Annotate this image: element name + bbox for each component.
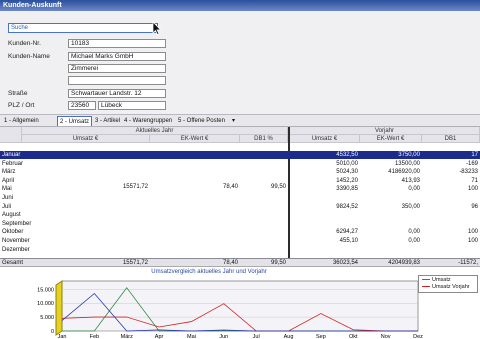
y-tick-label: 0: [51, 329, 54, 335]
x-tick-label: Jun: [219, 334, 228, 339]
y-tick-label: 10.000: [37, 301, 54, 307]
search-input[interactable]: Suche: [8, 23, 158, 33]
current-ekwert: 78,40: [222, 184, 238, 190]
prev-year-cell: 100: [467, 238, 478, 244]
month-label: Juli: [2, 203, 12, 210]
x-tick-label: Nov: [381, 334, 391, 339]
month-label: März: [2, 169, 16, 176]
x-tick-label: Apr: [155, 334, 164, 339]
prev-year-cell: 3750,00: [398, 152, 420, 158]
prev-year-cell: 100: [467, 229, 478, 236]
sales-chart: Umsatzvergleich aktuelles Jahr und Vorja…: [0, 266, 480, 339]
col-ekwert-prev: EK-Wert €: [360, 135, 422, 143]
tab-scroll-icon[interactable]: ▾: [230, 116, 237, 126]
sales-table: Aktuelles Jahr Vorjahr Umsatz € EK-Wert …: [0, 126, 480, 268]
prev-year-cell: 455,10: [339, 238, 358, 244]
y-tick-label: 15.000: [37, 287, 54, 293]
legend-umsatz: Umsatz: [422, 277, 451, 284]
city-label: PLZ / Ort: [8, 102, 35, 109]
month-label: Februar: [2, 160, 24, 167]
prev-year-cell: 6294,27: [336, 229, 358, 236]
city-field[interactable]: Lübeck: [98, 101, 166, 110]
x-tick-label: Okt: [349, 334, 358, 339]
axis-wall: [55, 280, 63, 336]
current-db: 99,50: [270, 184, 286, 190]
corner-header: [0, 127, 22, 143]
customer-name2-field[interactable]: Zimmerei: [68, 64, 166, 73]
window-title: Kunden-Auskunft: [0, 0, 480, 11]
tab-artikel[interactable]: 3 - Artikel: [93, 116, 122, 126]
prev-year-cell: -83233: [459, 169, 478, 176]
prev-year-cell: 9824,52: [336, 203, 358, 210]
month-label: Dezember: [2, 246, 30, 253]
col-umsatz: Umsatz €: [22, 135, 150, 143]
zip-field[interactable]: 23560: [68, 101, 96, 110]
street-label: Straße: [8, 90, 28, 97]
prev-year-cell: 71: [471, 177, 478, 184]
tab-offene-posten[interactable]: 5 - Offene Posten: [176, 116, 227, 126]
prev-year-cell: 3390,85: [336, 186, 358, 193]
prev-year-cell: 0,00: [408, 229, 420, 236]
month-label: Oktober: [2, 229, 24, 236]
x-tick-label: Jul: [253, 334, 260, 339]
prev-year-cell: 5010,00: [336, 160, 358, 167]
month-label: September: [2, 220, 32, 227]
month-label: Juni: [2, 195, 14, 201]
prev-year-cell: 4532,50: [336, 152, 358, 158]
customer-name-label: Kunden-Name: [8, 53, 50, 60]
customer-name3-field[interactable]: [68, 76, 166, 85]
customer-form: Suche Kunden-Nr. 10183 Kunden-Name Micha…: [0, 11, 480, 114]
prev-year-cell: 350,00: [401, 203, 420, 210]
x-tick-label: Aug: [284, 334, 294, 339]
x-tick-label: Feb: [90, 334, 99, 339]
tab-warengruppen[interactable]: 4 - Warengruppen: [122, 116, 174, 126]
prev-year-cell: 1452,20: [336, 177, 358, 184]
month-label: August: [2, 212, 21, 219]
prev-year-cell: 96: [471, 203, 478, 210]
chart-plot: 15.000 10.000 5.000 0 Jan Feb März Apr Mai Jun Jul…: [37, 280, 423, 339]
x-tick-label: März: [121, 334, 133, 339]
y-tick-label: 5.000: [40, 315, 54, 321]
col-umsatz-prev: Umsatz €: [290, 135, 360, 143]
x-tick-label: Mai: [187, 334, 196, 339]
month-label: April: [2, 177, 15, 184]
x-tick-label: Dez: [413, 334, 423, 339]
current-umsatz: 15571,72: [122, 184, 148, 190]
col-db: DB1 %: [240, 135, 288, 143]
prev-year-cell: 17: [471, 152, 478, 158]
prev-year-cell: 5024,30: [336, 169, 358, 176]
prev-year-cell: -169: [465, 160, 478, 167]
customer-nr-field[interactable]: 10183: [68, 39, 166, 48]
month-label: November: [2, 238, 30, 244]
prev-year-cell: 0,00: [408, 238, 420, 244]
month-label: Mai: [2, 186, 12, 193]
mouse-cursor-icon: [152, 21, 162, 37]
year-divider: [288, 127, 290, 267]
plot-area: [61, 280, 419, 332]
chart-legend: Umsatz Umsatz Vorjahr: [418, 275, 478, 293]
street-field[interactable]: Schwartauer Landstr. 12: [68, 89, 166, 98]
col-db-prev: DB1: [422, 135, 480, 143]
current-year-header: Aktuelles Jahr: [22, 127, 288, 135]
prev-year-cell: 413,93: [401, 177, 420, 184]
col-ekwert: EK-Wert €: [150, 135, 240, 143]
prev-year-cell: 13500,00: [394, 160, 420, 167]
x-tick-label: Sep: [316, 334, 326, 339]
month-label: Januar: [2, 152, 21, 158]
previous-year-header: Vorjahr: [290, 127, 480, 135]
tab-allgemein[interactable]: 1 - Allgemein: [2, 116, 41, 126]
prev-year-cell: 0,00: [408, 186, 420, 193]
prev-year-cell: 4186920,00: [388, 169, 420, 176]
x-tick-label: Jan: [58, 334, 67, 339]
customer-name1-field[interactable]: Michael Marks GmbH: [68, 52, 166, 61]
prev-year-cell: 100: [467, 186, 478, 193]
legend-umsatz-vorjahr: Umsatz Vorjahr: [422, 284, 470, 291]
customer-nr-label: Kunden-Nr.: [8, 40, 41, 47]
